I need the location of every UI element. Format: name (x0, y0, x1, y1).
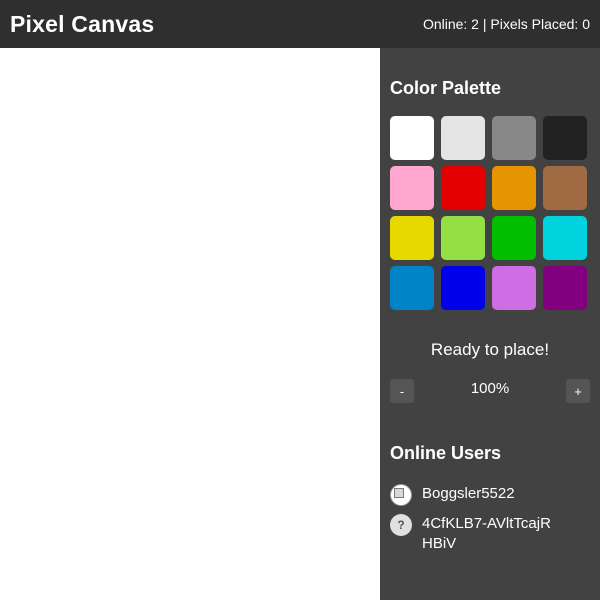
user-item: ? 4CfKLB7-AVltTcajRHBiV (390, 514, 590, 554)
color-swatch[interactable] (543, 166, 587, 210)
online-users-list: Boggsler5522 ? 4CfKLB7-AVltTcajRHBiV (390, 484, 590, 562)
online-stats: Online: 2 | Pixels Placed: 0 (422, 16, 590, 32)
zoom-controls: - 100% + (390, 379, 590, 403)
color-swatch[interactable] (441, 166, 485, 210)
user-name: 4CfKLB7-AVltTcajRHBiV (422, 515, 551, 552)
color-swatch[interactable] (390, 116, 434, 160)
status-message: Ready to place! (430, 340, 550, 359)
color-swatch[interactable] (441, 216, 485, 260)
palette-title: Color Palette (390, 78, 502, 98)
app-title: Pixel Canvas (10, 10, 155, 37)
color-palette (390, 116, 587, 310)
color-swatch[interactable] (390, 266, 434, 310)
color-swatch[interactable] (492, 216, 536, 260)
color-swatch[interactable] (543, 266, 587, 310)
avatar-placeholder-icon: ? (390, 514, 412, 536)
online-users-title: Online Users (390, 443, 502, 463)
pixel-canvas[interactable] (0, 48, 380, 600)
color-swatch[interactable] (543, 216, 587, 260)
color-swatch[interactable] (441, 266, 485, 310)
user-name: Boggsler5522 (422, 485, 515, 502)
color-swatch[interactable] (390, 166, 434, 210)
zoom-out-button[interactable]: - (390, 379, 414, 403)
color-swatch[interactable] (492, 116, 536, 160)
sidebar: Color Palette Ready to place! - 100% + O… (380, 48, 600, 600)
avatar-image-icon (390, 484, 412, 506)
color-swatch[interactable] (390, 216, 434, 260)
color-swatch[interactable] (492, 166, 536, 210)
color-swatch[interactable] (441, 116, 485, 160)
color-swatch[interactable] (543, 116, 587, 160)
top-bar: Pixel Canvas Online: 2 | Pixels Placed: … (0, 0, 600, 48)
user-item: Boggsler5522 (390, 484, 590, 506)
zoom-in-button[interactable]: + (566, 379, 590, 403)
zoom-level: 100% (470, 380, 510, 397)
color-swatch[interactable] (492, 266, 536, 310)
